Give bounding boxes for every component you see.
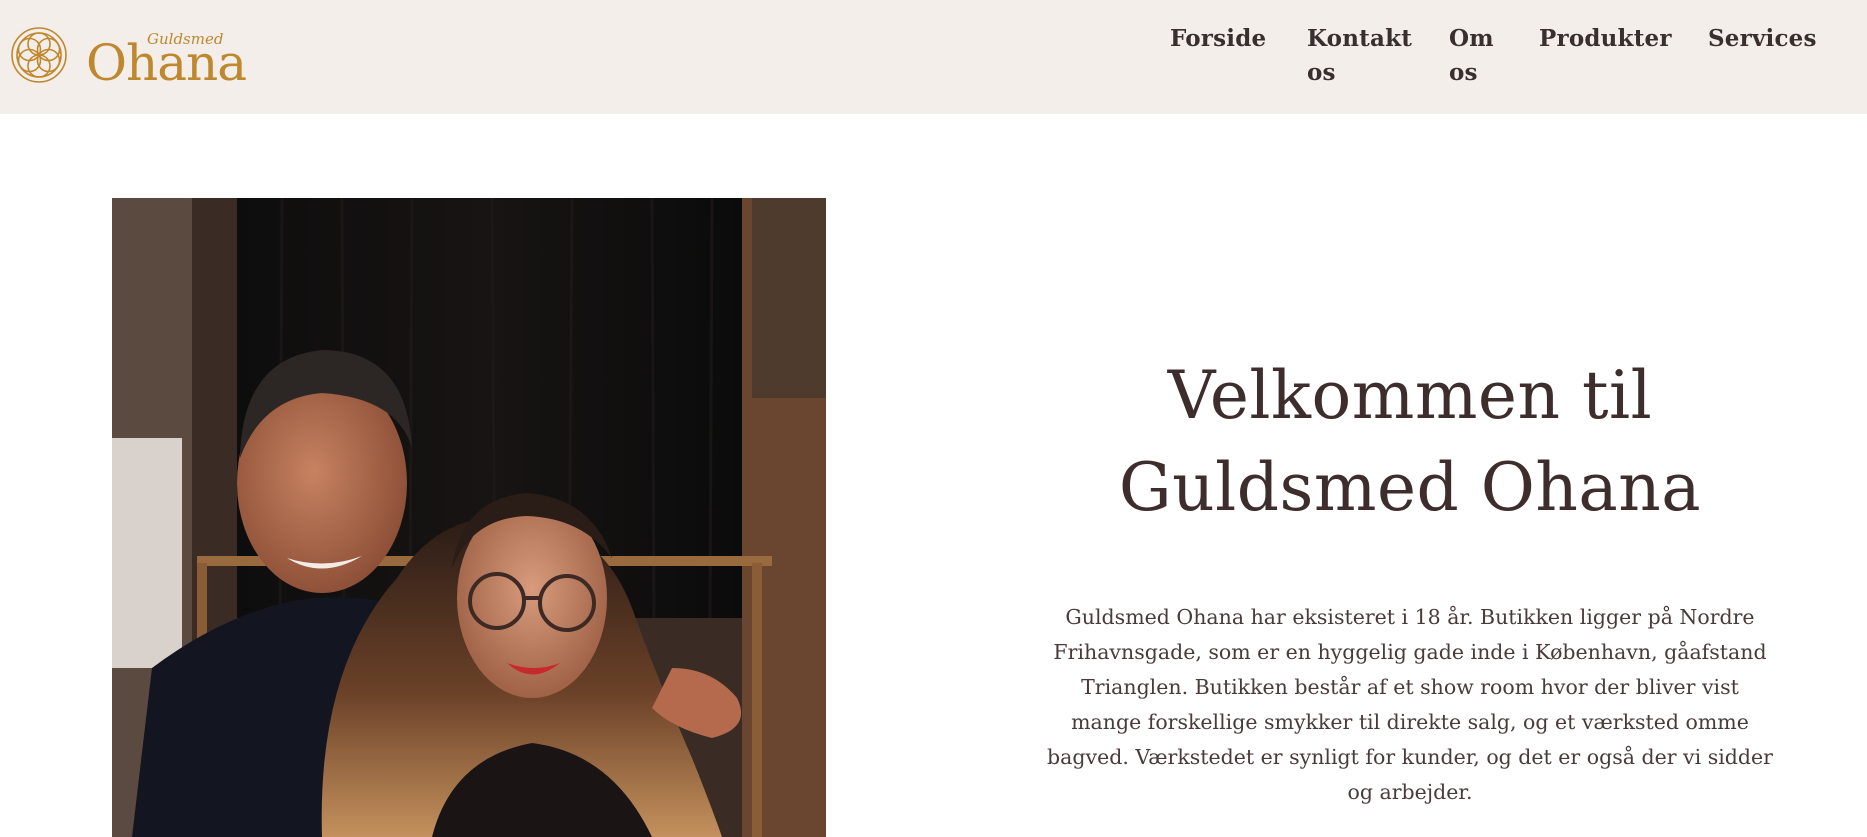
flower-of-life-icon xyxy=(11,27,67,83)
hero-title: Velkommen til Guldsmed Ohana xyxy=(1118,357,1702,526)
brand-logo[interactable]: Guldsmed Ohana xyxy=(10,26,247,88)
nav-item-om-os[interactable]: Om os xyxy=(1449,22,1499,90)
nav-item-kontakt-os[interactable]: Kontakt os xyxy=(1307,22,1417,90)
portrait-illustration xyxy=(112,198,826,837)
hero-intro-text: Guldsmed Ohana har eksisteret i 18 år. B… xyxy=(1047,605,1773,804)
owners-photo xyxy=(112,198,826,837)
site-header: Guldsmed Ohana Forside Kontakt os Om os … xyxy=(0,0,1867,114)
nav-item-forside[interactable]: Forside xyxy=(1170,22,1280,56)
logo-wordmark: Ohana xyxy=(86,34,247,92)
nav-item-produkter[interactable]: Produkter xyxy=(1539,22,1689,56)
nav-item-services[interactable]: Services xyxy=(1708,22,1838,56)
